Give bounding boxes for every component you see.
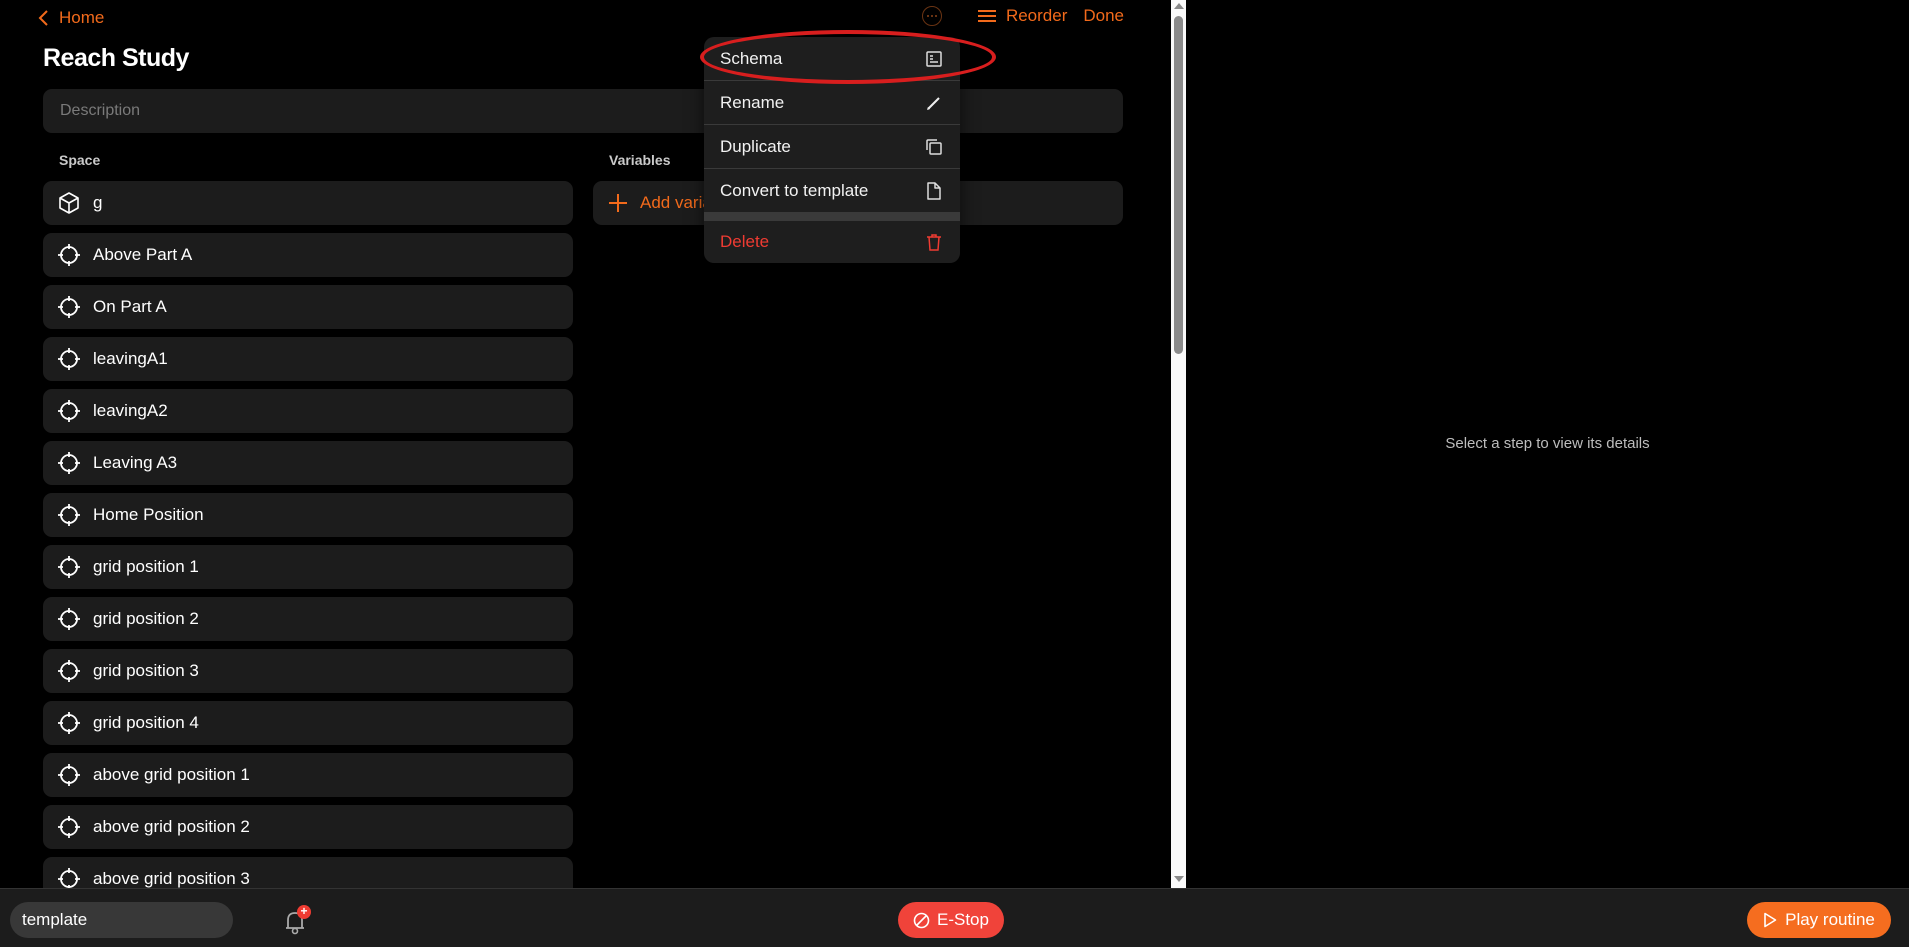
space-item-label: grid position 3 bbox=[93, 661, 199, 680]
space-list-item[interactable]: grid position 2 bbox=[43, 597, 573, 641]
estop-button[interactable]: E-Stop bbox=[898, 902, 1004, 938]
crosshair-icon bbox=[57, 607, 81, 631]
space-item-label: above grid position 3 bbox=[93, 869, 250, 888]
vertical-scrollbar[interactable] bbox=[1171, 0, 1186, 888]
space-list-item[interactable]: Above Part A bbox=[43, 233, 573, 277]
app-window: Home Reorder Done Reach Study Space Vari… bbox=[0, 0, 1909, 947]
estop-label: E-Stop bbox=[937, 910, 989, 929]
schema-icon bbox=[926, 50, 942, 67]
done-button[interactable]: Done bbox=[1083, 6, 1124, 26]
crosshair-icon bbox=[57, 295, 81, 319]
crosshair-icon bbox=[57, 399, 81, 423]
menu-item-schema[interactable]: Schema bbox=[704, 37, 960, 81]
play-icon bbox=[1764, 912, 1777, 928]
space-list-item[interactable]: above grid position 1 bbox=[43, 753, 573, 797]
page-title: Reach Study bbox=[43, 44, 189, 72]
space-list-item[interactable]: grid position 1 bbox=[43, 545, 573, 589]
space-item-label: above grid position 1 bbox=[93, 765, 250, 784]
back-home-link[interactable]: Home bbox=[37, 8, 104, 28]
menu-item-delete[interactable]: Delete bbox=[704, 221, 960, 263]
space-item-label: leavingA2 bbox=[93, 401, 168, 420]
space-item-label: On Part A bbox=[93, 297, 167, 316]
space-list-item[interactable]: grid position 4 bbox=[43, 701, 573, 745]
routine-editor-pane: Home Reorder Done Reach Study Space Vari… bbox=[0, 0, 1170, 888]
space-list-item[interactable]: On Part A bbox=[43, 285, 573, 329]
crosshair-icon bbox=[57, 243, 81, 267]
space-list: g Above Part A On Part A leavingA1 leavingA2… bbox=[43, 181, 573, 888]
space-item-label: g bbox=[93, 193, 103, 212]
space-item-label: Leaving A3 bbox=[93, 453, 178, 472]
menu-item-label: Convert to template bbox=[720, 180, 869, 200]
space-item-label: above grid position 2 bbox=[93, 817, 250, 836]
space-list-item[interactable]: Leaving A3 bbox=[43, 441, 573, 485]
space-list-item[interactable]: grid position 3 bbox=[43, 649, 573, 693]
back-label: Home bbox=[59, 8, 105, 27]
copy-icon bbox=[926, 138, 942, 155]
crosshair-icon bbox=[57, 347, 81, 371]
reorder-button[interactable]: Reorder bbox=[977, 6, 1068, 26]
menu-item-rename[interactable]: Rename bbox=[704, 81, 960, 125]
space-item-label: grid position 4 bbox=[93, 713, 199, 732]
crosshair-icon bbox=[57, 711, 81, 735]
play-routine-label: Play routine bbox=[1785, 910, 1875, 929]
space-item-label: leavingA1 bbox=[93, 349, 168, 368]
step-details-pane: Select a step to view its details bbox=[1186, 0, 1909, 888]
crosshair-icon bbox=[57, 867, 81, 888]
menu-lines-icon bbox=[977, 10, 996, 22]
space-item-label: grid position 2 bbox=[93, 609, 199, 628]
space-list-item[interactable]: above grid position 3 bbox=[43, 857, 573, 888]
scroll-down-arrow-icon[interactable] bbox=[1174, 876, 1184, 882]
chevron-left-icon bbox=[38, 10, 48, 26]
space-list-item[interactable]: leavingA2 bbox=[43, 389, 573, 433]
bottom-bar: + E-Stop Play routine bbox=[0, 888, 1909, 947]
menu-separator bbox=[704, 213, 960, 221]
top-actions: Reorder Done bbox=[921, 6, 1124, 26]
plus-icon bbox=[609, 194, 627, 212]
dot bbox=[934, 15, 937, 17]
menu-item-label: Schema bbox=[720, 48, 783, 68]
pencil-icon bbox=[927, 96, 940, 110]
prohibited-icon bbox=[913, 912, 930, 928]
trash-icon bbox=[927, 234, 941, 251]
description-input[interactable] bbox=[43, 89, 1123, 133]
menu-item-convert-template[interactable]: Convert to template bbox=[704, 169, 960, 213]
notifications-button[interactable]: + bbox=[282, 905, 311, 935]
crosshair-icon bbox=[57, 555, 81, 579]
space-item-label: Above Part A bbox=[93, 245, 193, 264]
crosshair-icon bbox=[57, 763, 81, 787]
crosshair-icon bbox=[57, 815, 81, 839]
space-list-item[interactable]: Home Position bbox=[43, 493, 573, 537]
space-label: Space bbox=[59, 152, 101, 168]
crosshair-icon bbox=[57, 659, 81, 683]
scroll-thumb[interactable] bbox=[1174, 16, 1183, 354]
space-list-item[interactable]: leavingA1 bbox=[43, 337, 573, 381]
dot bbox=[930, 15, 933, 17]
empty-details-hint: Select a step to view its details bbox=[1445, 434, 1650, 452]
variables-label: Variables bbox=[609, 152, 671, 168]
more-options-button[interactable] bbox=[921, 6, 942, 26]
menu-item-label: Rename bbox=[720, 92, 785, 112]
space-item-label: Home Position bbox=[93, 505, 204, 524]
dot bbox=[926, 15, 929, 17]
scroll-up-arrow-icon[interactable] bbox=[1174, 3, 1184, 9]
space-list-item[interactable]: g bbox=[43, 181, 573, 225]
menu-item-label: Delete bbox=[720, 232, 770, 251]
cube-icon bbox=[57, 191, 81, 215]
crosshair-icon bbox=[57, 451, 81, 475]
reorder-label: Reorder bbox=[1005, 6, 1068, 25]
notification-badge: + bbox=[297, 905, 311, 919]
options-menu: Schema Rename Duplicate Convert to templ… bbox=[704, 37, 960, 263]
menu-item-duplicate[interactable]: Duplicate bbox=[704, 125, 960, 169]
file-icon bbox=[927, 181, 941, 200]
menu-item-label: Duplicate bbox=[720, 136, 791, 156]
space-list-item[interactable]: above grid position 2 bbox=[43, 805, 573, 849]
template-input[interactable] bbox=[10, 902, 233, 938]
play-routine-button[interactable]: Play routine bbox=[1747, 902, 1891, 938]
space-item-label: grid position 1 bbox=[93, 557, 199, 576]
crosshair-icon bbox=[57, 503, 81, 527]
